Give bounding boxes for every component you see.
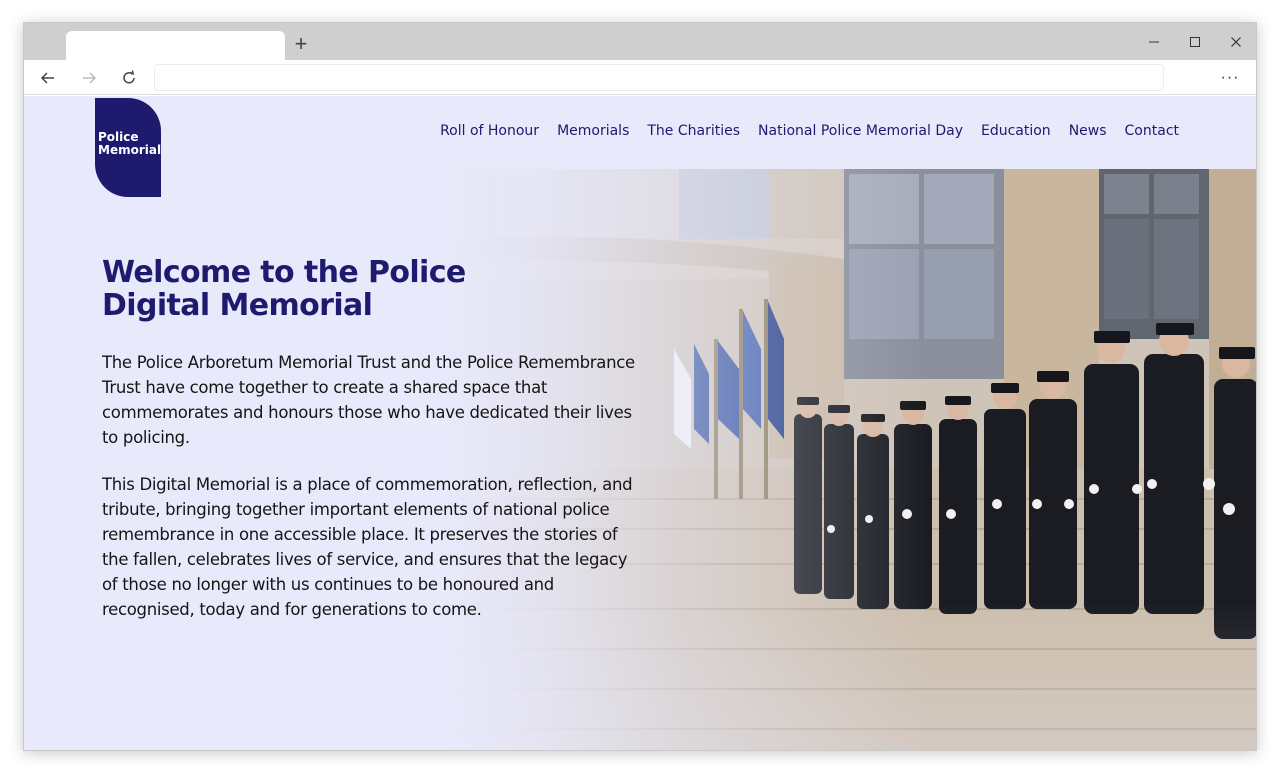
nav-roll-of-honour[interactable]: Roll of Honour: [440, 123, 539, 139]
browser-toolbar: ···: [24, 60, 1256, 95]
nav-national-police-memorial-day[interactable]: National Police Memorial Day: [758, 123, 963, 139]
forward-arrow-icon: [83, 72, 97, 84]
close-icon: [1231, 37, 1241, 47]
back-button[interactable]: [36, 66, 60, 90]
main-navigation: Roll of Honour Memorials The Charities N…: [440, 123, 1179, 139]
nav-the-charities[interactable]: The Charities: [647, 123, 740, 139]
hero-bottom-overlay: [439, 602, 1256, 750]
nav-education[interactable]: Education: [981, 123, 1051, 139]
nav-news[interactable]: News: [1069, 123, 1107, 139]
hero-content: Welcome to the Police Digital Memorial T…: [102, 256, 647, 622]
logo-line-2: Memorial: [98, 143, 162, 157]
new-tab-button[interactable]: +: [290, 33, 312, 55]
more-dots-icon: ···: [1220, 69, 1240, 86]
page-title: Welcome to the Police Digital Memorial: [102, 255, 466, 323]
address-bar[interactable]: [154, 64, 1164, 91]
maximize-button[interactable]: [1183, 30, 1207, 54]
back-arrow-icon: [40, 72, 54, 84]
browser-menu-button[interactable]: ···: [1218, 66, 1242, 90]
minimize-icon: [1149, 41, 1159, 43]
browser-tab[interactable]: [66, 31, 285, 60]
forward-button[interactable]: [77, 66, 101, 90]
browser-window: + ··· Police Memorial Roll of Honour Mem…: [23, 22, 1257, 751]
plus-icon: +: [294, 31, 308, 56]
maximize-icon: [1190, 37, 1200, 47]
reload-button[interactable]: [117, 66, 141, 90]
police-memorial-logo[interactable]: Police Memorial: [95, 98, 161, 197]
web-page: Police Memorial Roll of Honour Memorials…: [24, 96, 1256, 750]
intro-paragraph: The Police Arboretum Memorial Trust and …: [102, 353, 635, 447]
nav-memorials[interactable]: Memorials: [557, 123, 629, 139]
description-paragraph: This Digital Memorial is a place of comm…: [102, 475, 633, 619]
nav-contact[interactable]: Contact: [1125, 123, 1179, 139]
close-window-button[interactable]: [1224, 30, 1248, 54]
tab-strip: +: [24, 23, 1256, 60]
minimize-button[interactable]: [1142, 30, 1166, 54]
reload-icon: [123, 70, 135, 84]
